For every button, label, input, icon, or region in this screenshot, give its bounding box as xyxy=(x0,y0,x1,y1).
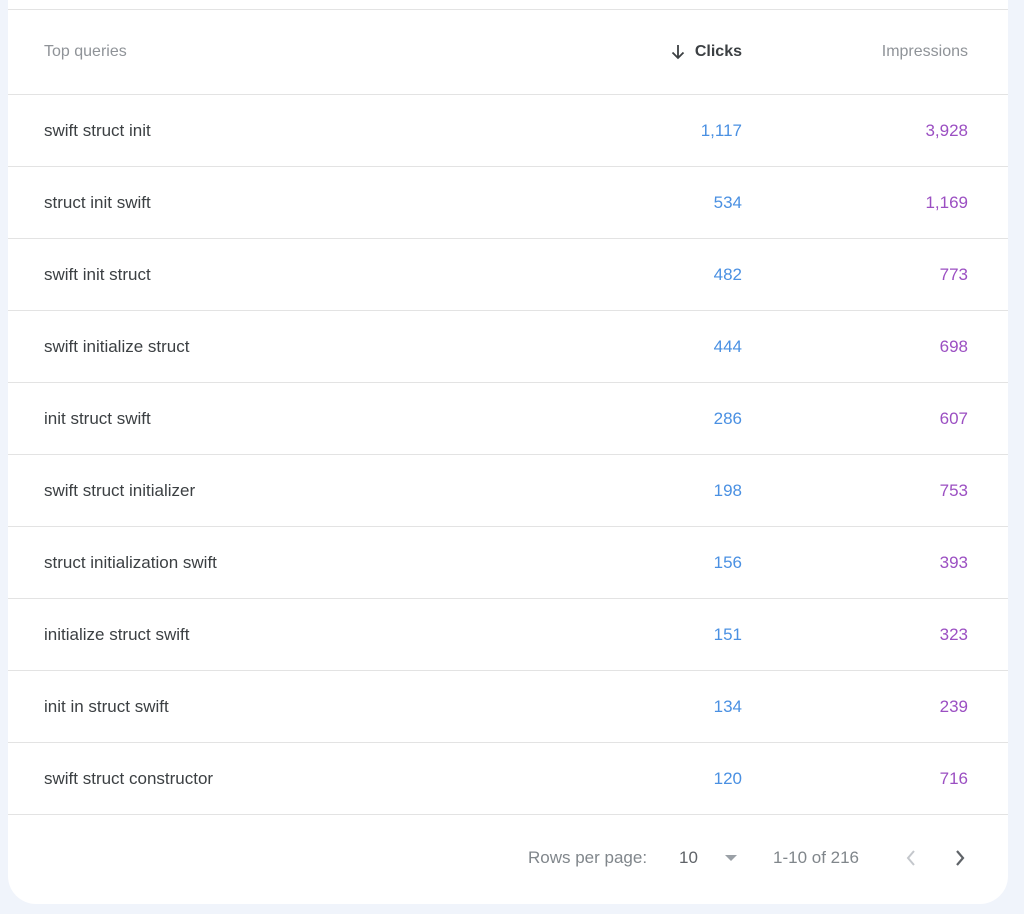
query-cell: init in struct swift xyxy=(44,696,169,716)
header-impressions[interactable]: Impressions xyxy=(882,43,968,61)
query-cell: struct initialization swift xyxy=(44,552,217,572)
rows-per-page-select[interactable]: 10 xyxy=(679,848,698,868)
clicks-cell: 1,117 xyxy=(700,120,742,140)
top-queries-card: Top queries Clicks Impressions swift str… xyxy=(8,0,1008,904)
table-row[interactable]: swift struct init 1,117 3,928 xyxy=(8,95,1008,167)
clicks-cell: 134 xyxy=(713,696,742,716)
clicks-cell: 444 xyxy=(713,336,742,356)
table-row[interactable]: initialize struct swift 151 323 xyxy=(8,599,1008,671)
header-top-queries[interactable]: Top queries xyxy=(44,43,127,61)
table-row[interactable]: swift struct initializer 198 753 xyxy=(8,455,1008,527)
query-cell: swift init struct xyxy=(44,264,151,284)
impressions-cell: 716 xyxy=(939,768,968,788)
query-cell: struct init swift xyxy=(44,192,151,212)
header-clicks-label: Clicks xyxy=(694,43,742,60)
impressions-cell: 323 xyxy=(939,624,968,644)
impressions-cell: 239 xyxy=(939,696,968,716)
chevron-left-icon[interactable] xyxy=(904,848,918,868)
clicks-cell: 534 xyxy=(713,192,742,212)
table-row[interactable]: struct initialization swift 156 393 xyxy=(8,527,1008,599)
clicks-cell: 156 xyxy=(713,552,742,572)
query-cell: swift struct initializer xyxy=(44,480,196,500)
query-cell: swift struct init xyxy=(44,120,151,140)
queries-table: Top queries Clicks Impressions swift str… xyxy=(8,10,1008,815)
table-header-row: Top queries Clicks Impressions xyxy=(8,10,1008,95)
clicks-cell: 198 xyxy=(713,480,742,500)
impressions-cell: 753 xyxy=(939,480,968,500)
clicks-cell: 151 xyxy=(713,624,742,644)
chevron-right-icon[interactable] xyxy=(953,848,967,868)
impressions-cell: 1,169 xyxy=(925,192,968,212)
table-row[interactable]: init in struct swift 134 239 xyxy=(8,671,1008,743)
dropdown-arrow-icon[interactable] xyxy=(724,854,738,862)
table-row[interactable]: swift initialize struct 444 698 xyxy=(8,311,1008,383)
pagination-range: 1-10 of 216 xyxy=(773,848,860,867)
impressions-cell: 698 xyxy=(939,336,968,356)
table-row[interactable]: swift init struct 482 773 xyxy=(8,239,1008,311)
clicks-cell: 286 xyxy=(713,408,742,428)
clicks-cell: 482 xyxy=(713,264,742,284)
impressions-cell: 607 xyxy=(939,408,968,428)
clicks-cell: 120 xyxy=(713,768,742,788)
impressions-cell: 773 xyxy=(939,264,968,284)
rows-per-page-label: Rows per page: xyxy=(528,848,648,867)
table-row[interactable]: swift struct constructor 120 716 xyxy=(8,743,1008,815)
header-clicks[interactable]: Clicks xyxy=(671,43,742,61)
query-cell: swift struct constructor xyxy=(44,768,214,788)
query-cell: swift initialize struct xyxy=(44,336,190,356)
arrow-down-icon xyxy=(671,45,684,60)
impressions-cell: 3,928 xyxy=(925,120,968,140)
table-row[interactable]: struct init swift 534 1,169 xyxy=(8,167,1008,239)
impressions-cell: 393 xyxy=(939,552,968,572)
pagination-footer: Rows per page: 10 1-10 of 216 xyxy=(8,818,1008,898)
table-row[interactable]: init struct swift 286 607 xyxy=(8,383,1008,455)
query-cell: initialize struct swift xyxy=(44,624,190,644)
query-cell: init struct swift xyxy=(44,408,151,428)
